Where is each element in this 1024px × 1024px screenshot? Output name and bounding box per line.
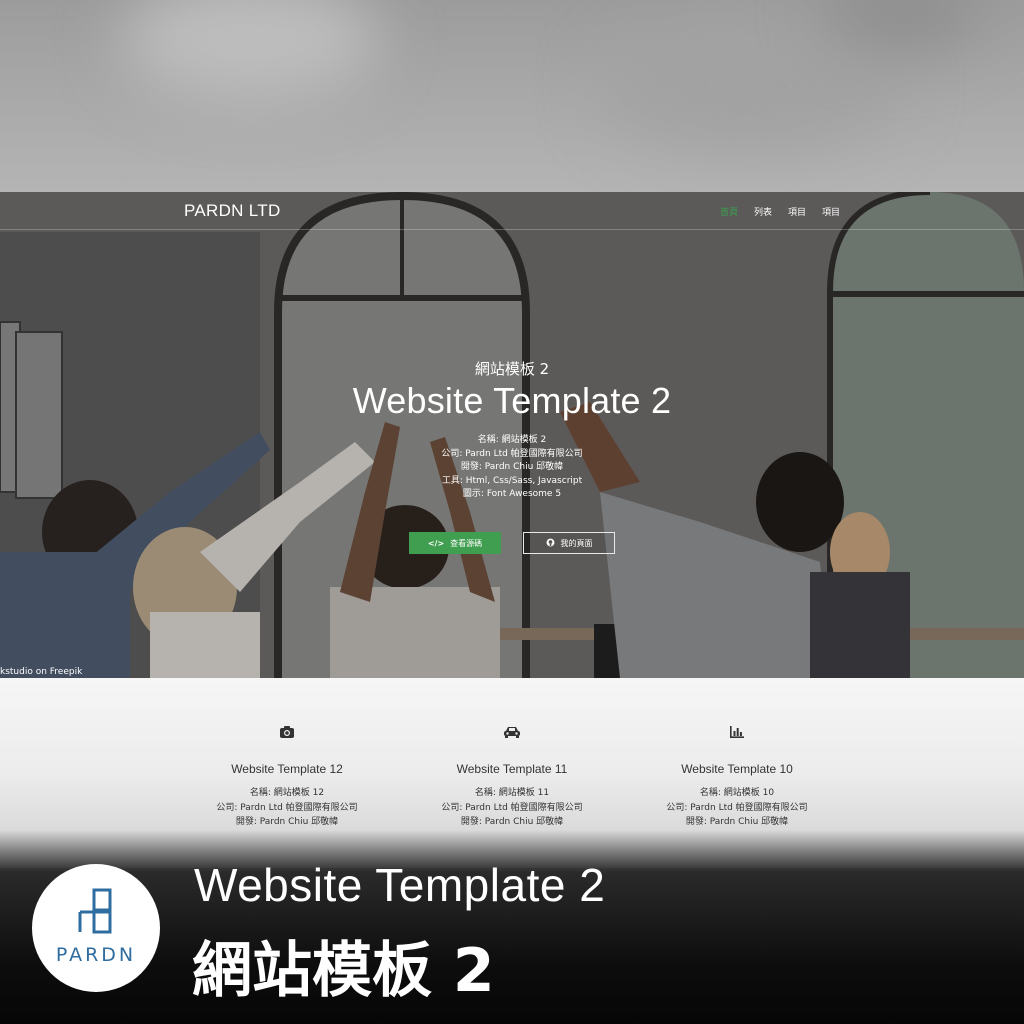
card-meta-developer: 開發: Pardn Chiu 邱敬幃 [685, 817, 789, 827]
nav-link-home[interactable]: 首頁 [720, 205, 738, 218]
hero-subtitle: 網站模板 2 [474, 360, 550, 378]
hero-buttons: </> 查看源碼 我的頁面 [0, 532, 1024, 554]
my-page-label: 我的頁面 [560, 538, 593, 548]
code-icon: </> [427, 538, 445, 548]
card-meta: 名稱: 網站模板 11 公司: Pardn Ltd 帕登國際有限公司 開發: P… [402, 786, 622, 830]
view-source-button[interactable]: </> 查看源碼 [409, 532, 501, 554]
hero-meta-icons: 圖示: Font Awesome 5 [462, 489, 562, 499]
template-card-12[interactable]: Website Template 12 名稱: 網站模板 12 公司: Pard… [177, 722, 397, 830]
hero-text: 網站模板 2 Website Template 2 名稱: 網站模板 2 公司:… [0, 358, 1024, 502]
navbar: PARDN LTD 首頁 列表 項目 項目 [0, 192, 1024, 230]
card-meta-company: 公司: Pardn Ltd 帕登國際有限公司 [666, 802, 808, 813]
nav-link-list[interactable]: 列表 [754, 205, 772, 218]
card-meta-name: 名稱: 網站模板 11 [474, 788, 550, 798]
nav-links: 首頁 列表 項目 項目 [720, 205, 856, 218]
hero-meta-list: 名稱: 網站模板 2 公司: Pardn Ltd 帕登國際有限公司 開發: Pa… [0, 434, 1024, 502]
card-meta-developer: 開發: Pardn Chiu 邱敬幃 [460, 817, 564, 827]
card-meta-name: 名稱: 網站模板 12 [249, 788, 325, 798]
card-title: Website Template 11 [456, 762, 568, 776]
view-source-label: 查看源碼 [450, 538, 483, 548]
card-title: Website Template 10 [681, 762, 793, 776]
footer-title-chinese: 網站模板 2 [192, 936, 495, 1006]
github-icon [546, 538, 555, 549]
card-title: Website Template 12 [231, 762, 343, 776]
card-meta: 名稱: 網站模板 10 公司: Pardn Ltd 帕登國際有限公司 開發: P… [627, 786, 847, 830]
pardn-logo-text: PARDN [55, 944, 137, 966]
card-meta-name: 名稱: 網站模板 10 [699, 788, 775, 798]
blurred-background-band [0, 0, 1024, 192]
my-page-button[interactable]: 我的頁面 [523, 532, 615, 554]
card-meta-company: 公司: Pardn Ltd 帕登國際有限公司 [441, 802, 583, 813]
camera-icon [177, 722, 397, 742]
hero-title: Website Template 2 [352, 380, 672, 421]
pardn-logo: PARDN [32, 864, 160, 992]
hero-meta-tools: 工具: Html, Css/Sass, Javascript [441, 475, 583, 486]
card-meta-developer: 開發: Pardn Chiu 邱敬幃 [235, 817, 339, 827]
hero-meta-developer: 開發: Pardn Chiu 邱敬幃 [460, 462, 564, 472]
car-icon [402, 722, 622, 742]
nav-link-project-1[interactable]: 項目 [788, 205, 806, 218]
hero-meta-company: 公司: Pardn Ltd 帕登國際有限公司 [441, 448, 583, 459]
nav-link-project-2[interactable]: 項目 [822, 205, 840, 218]
hero-meta-name: 名稱: 網站模板 2 [477, 435, 547, 445]
pardn-logo-mark-icon [78, 888, 112, 934]
photo-credit: kstudio on Freepik [0, 667, 83, 677]
card-meta-company: 公司: Pardn Ltd 帕登國際有限公司 [216, 802, 358, 813]
footer-title-english: Website Template 2 [194, 859, 606, 911]
template-card-11[interactable]: Website Template 11 名稱: 網站模板 11 公司: Pard… [402, 722, 622, 830]
card-meta: 名稱: 網站模板 12 公司: Pardn Ltd 帕登國際有限公司 開發: P… [177, 786, 397, 830]
hero-section: PARDN LTD 首頁 列表 項目 項目 網站模板 2 Website Tem… [0, 192, 1024, 678]
template-card-10[interactable]: Website Template 10 名稱: 網站模板 10 公司: Pard… [627, 722, 847, 830]
brand-logo-text[interactable]: PARDN LTD [184, 201, 281, 221]
chart-bar-icon [627, 722, 847, 742]
